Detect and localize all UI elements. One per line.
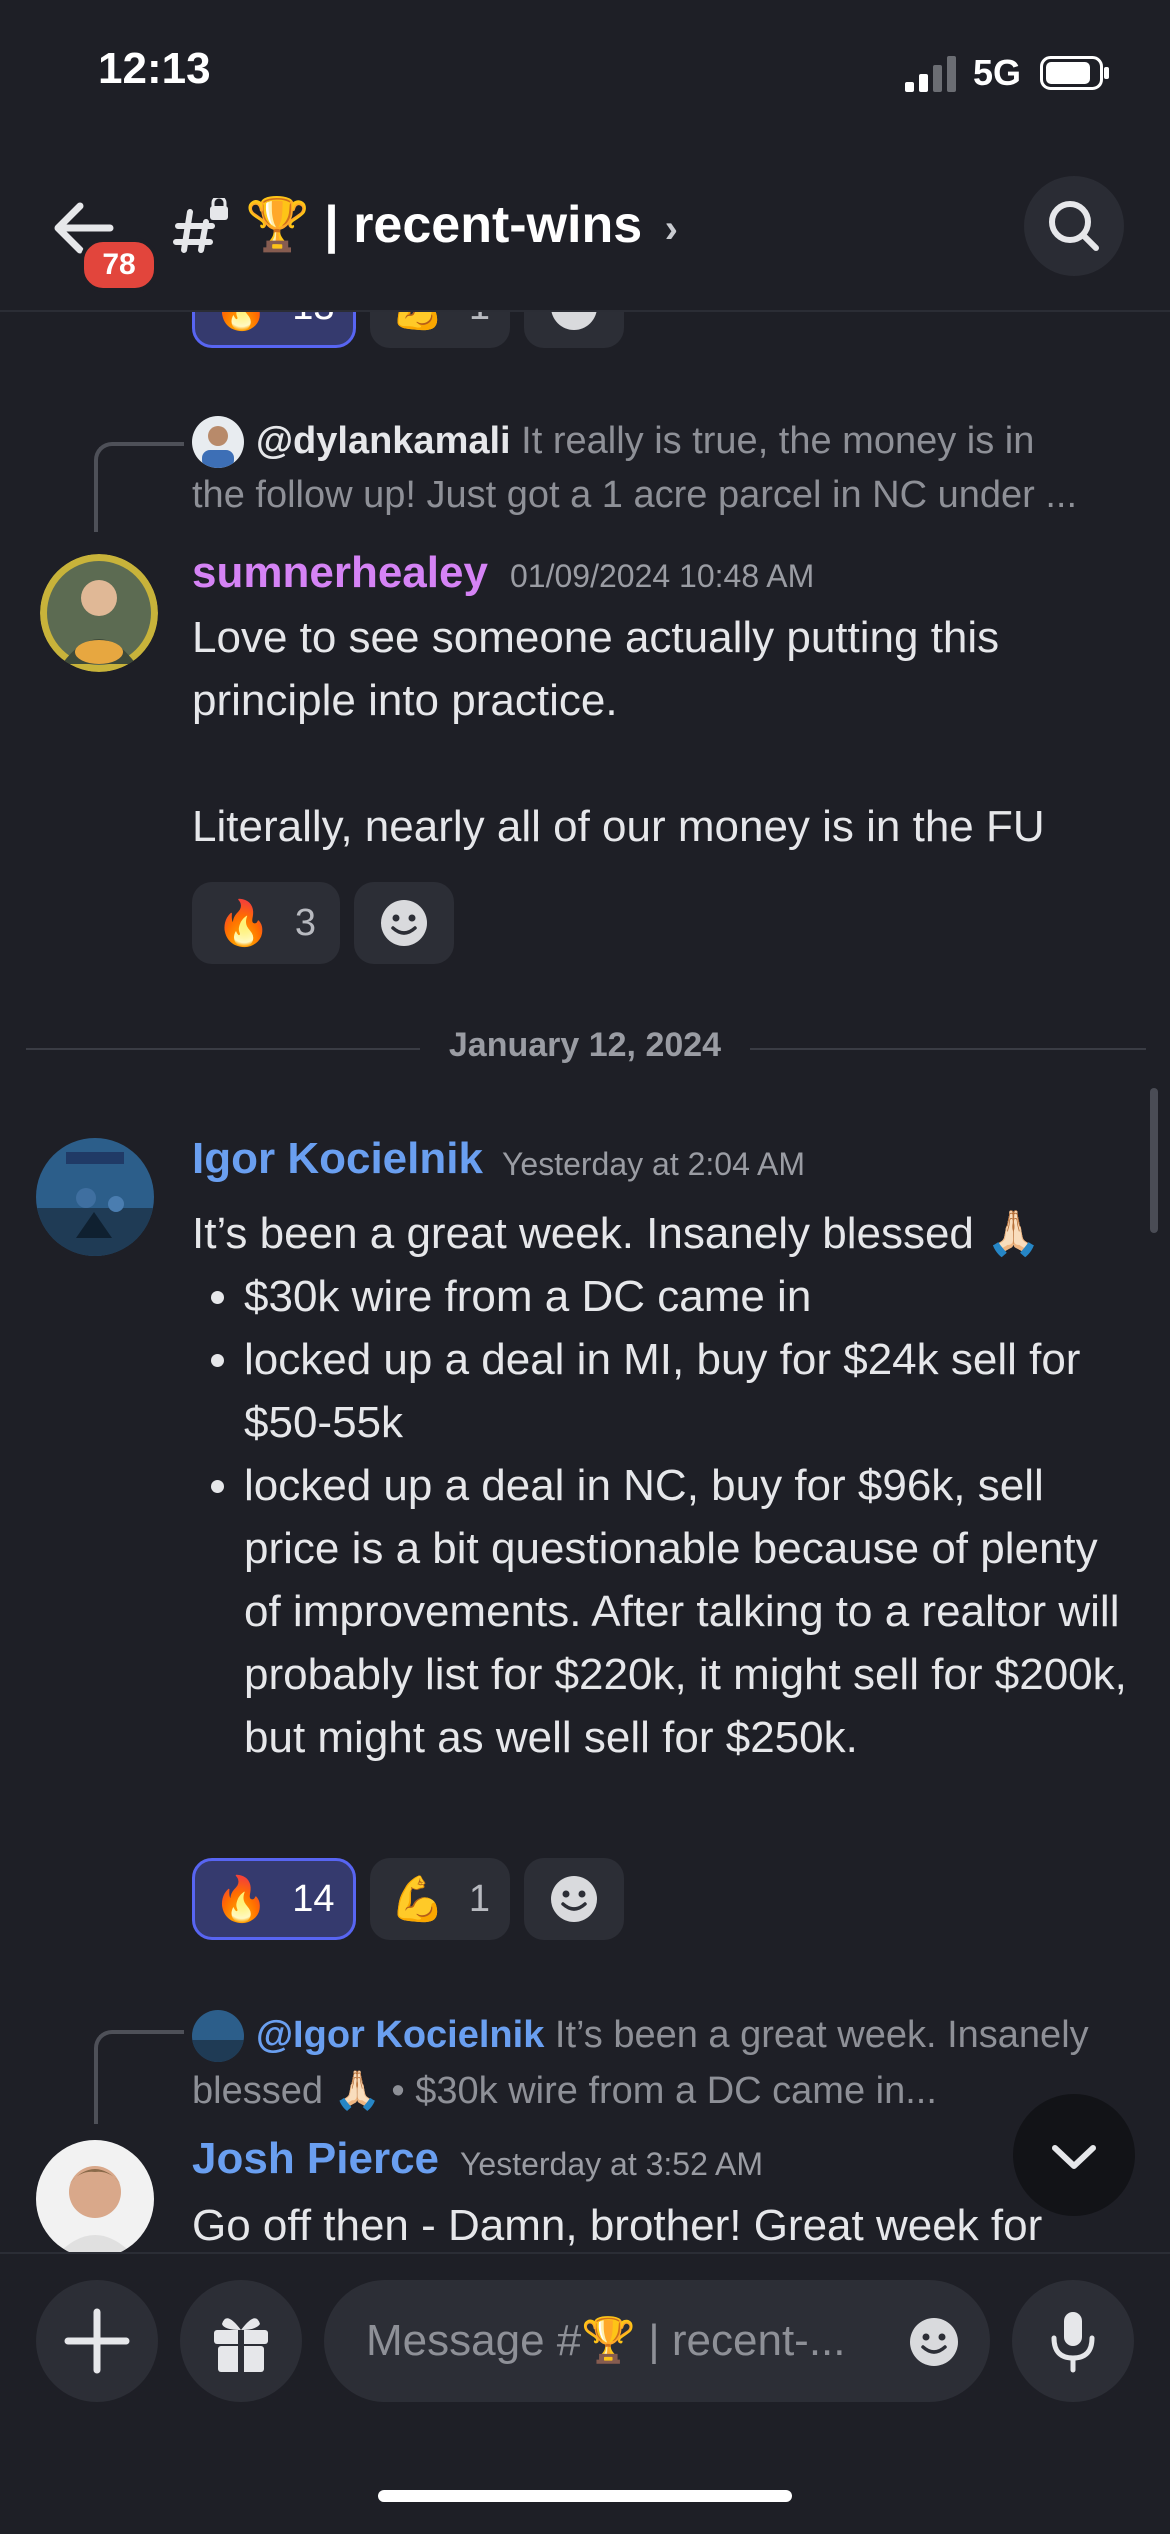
reaction-fire[interactable]: 🔥 14 (192, 1858, 356, 1940)
reply-connector (94, 2030, 184, 2124)
reply-snippet: It’s been a great week. Insanely (554, 2014, 1089, 2056)
bullet-list: $30k wire from a DC came in locked up a … (192, 1265, 1132, 1769)
channel-name: | recent-wins (324, 196, 643, 254)
reply-connector (94, 442, 184, 532)
avatar-igor-kocielnik[interactable] (36, 1138, 154, 1256)
reply-mention: @Igor Kocielnik (256, 2014, 545, 2056)
message-line: Literally, nearly all of our money is in… (192, 802, 1045, 851)
channel-header: 78 🏆 | recent-wins › (0, 150, 1170, 312)
message-timestamp: Yesterday at 3:52 AM (460, 2146, 764, 2182)
reply-preview[interactable]: @Igor Kocielnik It’s been a great week. … (256, 2008, 1136, 2062)
cellular-signal-icon (905, 56, 956, 92)
avatar-josh-pierce[interactable] (36, 2140, 154, 2258)
reply-preview[interactable]: @dylankamali It really is true, the mone… (256, 414, 1116, 468)
home-indicator (378, 2490, 792, 2502)
search-icon (1049, 201, 1099, 251)
chevron-down-icon (1052, 2145, 1096, 2169)
reaction-muscle[interactable]: 💪 1 (370, 1858, 510, 1940)
gift-icon (214, 2318, 268, 2372)
reply-preview-line2: the follow up! Just got a 1 acre parcel … (192, 474, 1078, 516)
reply-snippet: It really is true, the money is in (521, 420, 1035, 462)
reaction-count: 3 (294, 901, 316, 944)
reaction-muscle[interactable]: 💪 1 (370, 312, 510, 348)
muscle-emoji: 💪 (390, 312, 445, 333)
message-line: Love to see someone actually putting thi… (192, 613, 1000, 662)
locked-channel-hash-icon (173, 198, 228, 253)
muscle-emoji: 💪 (390, 1875, 445, 1924)
network-type: 5G (973, 52, 1022, 93)
bullet-item: locked up a deal in NC, buy for $96k, se… (244, 1454, 1132, 1769)
message-intro: It’s been a great week. Insanely blessed… (192, 1209, 1041, 1258)
reaction-fire[interactable]: 🔥 3 (192, 882, 340, 964)
fire-emoji: 🔥 (216, 899, 271, 948)
status-bar: 12:13 5G (0, 0, 1170, 150)
message-input[interactable]: Message #🏆 | recent-... (324, 2280, 990, 2402)
voice-message-button[interactable] (1012, 2280, 1134, 2402)
unread-badge: 78 (80, 238, 158, 292)
battery-icon (1040, 56, 1109, 90)
gift-button[interactable] (180, 2280, 302, 2402)
message-placeholder: Message #🏆 | recent-... (366, 2316, 846, 2365)
jump-to-bottom-button[interactable] (1013, 2094, 1135, 2216)
message-timestamp: 01/09/2024 10:48 AM (510, 558, 815, 594)
bullet-item: locked up a deal in MI, buy for $24k sel… (244, 1328, 1132, 1454)
bullet-item: $30k wire from a DC came in (244, 1265, 1132, 1328)
scrollbar[interactable] (1150, 1088, 1158, 1233)
trophy-emoji: 🏆 (245, 196, 310, 254)
reply-mention: @dylankamali (256, 420, 511, 462)
add-reaction-button[interactable] (524, 312, 624, 348)
smile-icon (551, 312, 597, 330)
message-body: It’s been a great week. Insanely blessed… (192, 1202, 1132, 1769)
message-body: Go off then - Damn, brother! Great week … (192, 2201, 1043, 2250)
channel-title[interactable]: 🏆 | recent-wins › (245, 194, 678, 255)
reply-preview-line2: blessed 🙏🏻 • $30k wire from a DC came in… (192, 2070, 937, 2112)
reaction-count: 13 (292, 312, 334, 329)
reply-avatar (192, 416, 244, 468)
author-name[interactable]: sumnerhealey (192, 548, 488, 598)
clipped-reactions-row: 🔥 13 💪 1 (0, 312, 1170, 348)
date-divider: January 12, 2024 (420, 1026, 750, 1065)
message-line: principle into practice. (192, 676, 618, 725)
smile-icon (551, 1876, 597, 1922)
add-attachment-button[interactable] (36, 2280, 158, 2402)
reaction-count: 1 (468, 1877, 490, 1920)
message-timestamp: Yesterday at 2:04 AM (502, 1146, 806, 1182)
status-time: 12:13 (98, 44, 211, 93)
emoji-picker-icon[interactable] (908, 2316, 960, 2368)
microphone-icon (1051, 2312, 1095, 2373)
fire-emoji: 🔥 (213, 1875, 269, 1924)
reaction-count: 1 (469, 312, 490, 329)
fire-emoji: 🔥 (213, 312, 268, 333)
author-name[interactable]: Igor Kocielnik (192, 1134, 483, 1184)
reaction-count: 14 (292, 1877, 335, 1920)
reply-avatar (192, 2010, 244, 2062)
search-button[interactable] (1024, 176, 1124, 276)
reaction-fire[interactable]: 🔥 13 (192, 312, 356, 348)
chevron-right-icon: › (664, 207, 678, 251)
add-reaction-button[interactable] (354, 882, 454, 964)
add-reaction-button[interactable] (524, 1858, 624, 1940)
message-body: Love to see someone actually putting thi… (192, 606, 1142, 858)
author-name[interactable]: Josh Pierce (192, 2134, 439, 2184)
smile-icon (381, 900, 427, 946)
plus-icon (64, 2308, 130, 2374)
avatar-sumnerhealey[interactable] (40, 554, 158, 672)
